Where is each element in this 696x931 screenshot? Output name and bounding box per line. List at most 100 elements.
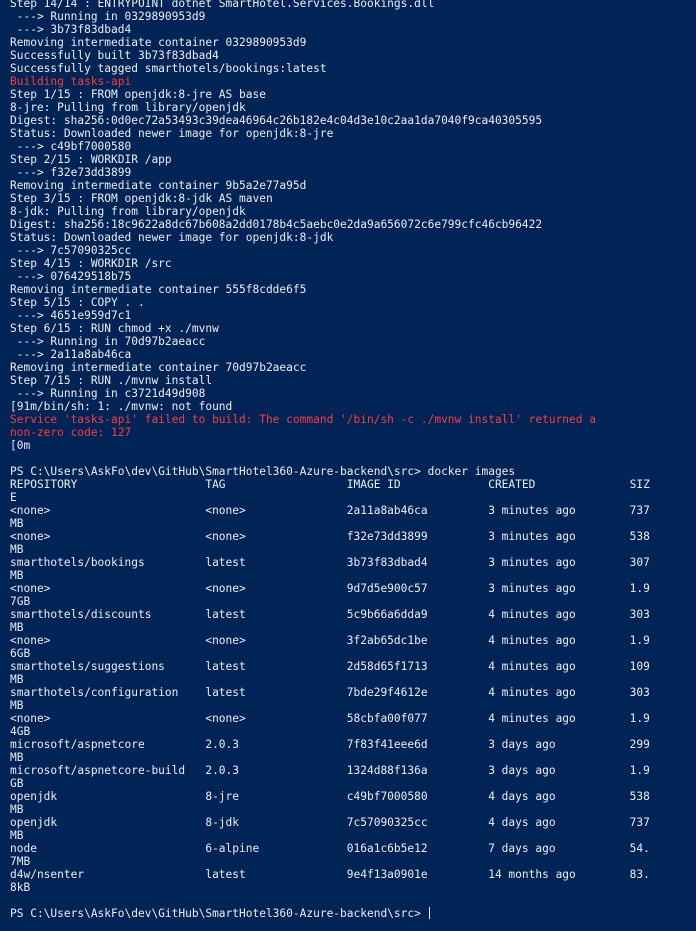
terminal-line: [91m/bin/sh: 1: ./mvnw: not found: [10, 400, 690, 413]
terminal-line-text: PS C:\Users\AskFo\dev\GitHub\SmartHotel3…: [10, 907, 428, 920]
terminal-line-text: ---> 7c57090325cc: [10, 244, 132, 257]
terminal-line: microsoft/aspnetcore-build 2.0.3 1324d88…: [10, 764, 690, 777]
terminal-line-text: ---> 076429518b75: [10, 270, 132, 283]
terminal-line: Removing intermediate container 03298909…: [10, 36, 690, 49]
terminal-line-text: Removing intermediate container 03298909…: [10, 36, 307, 49]
terminal-line-text: Status: Downloaded newer image for openj…: [10, 127, 334, 140]
terminal-line: Step 2/15 : WORKDIR /app: [10, 153, 690, 166]
terminal-line-text: node 6-alpine 016a1c6b5e12 7 days ago 54…: [10, 842, 650, 855]
terminal-line: ---> 3b73f83dbad4: [10, 23, 690, 36]
terminal-line: MB: [10, 829, 690, 842]
terminal-line: ---> Running in 0329890953d9: [10, 10, 690, 23]
terminal-line: Step 1/15 : FROM openjdk:8-jre AS base: [10, 88, 690, 101]
terminal-line: Status: Downloaded newer image for openj…: [10, 231, 690, 244]
terminal-line-text: microsoft/aspnetcore-build 2.0.3 1324d88…: [10, 764, 650, 777]
terminal-line-text: <none> <none> 58cbfa00f077 4 minutes ago…: [10, 712, 650, 725]
command-prompt-line[interactable]: PS C:\Users\AskFo\dev\GitHub\SmartHotel3…: [10, 907, 690, 920]
terminal-line-text: smarthotels/bookings latest 3b73f83dbad4…: [10, 556, 650, 569]
terminal-line-text: Digest: sha256:0d0ec72a53493c39dea46964c…: [10, 114, 543, 127]
terminal-line-text: MB: [10, 621, 24, 634]
terminal-line: MB: [10, 751, 690, 764]
terminal-line: Digest: sha256:18c9622a8dc67b608a2dd0178…: [10, 218, 690, 231]
terminal-line: d4w/nsenter latest 9e4f13a0901e 14 month…: [10, 868, 690, 881]
terminal-line: MB: [10, 673, 690, 686]
terminal-line-text: ---> Running in 0329890953d9: [10, 10, 206, 23]
terminal-line-text: Step 4/15 : WORKDIR /src: [10, 257, 172, 270]
terminal-line: Removing intermediate container 555f8cdd…: [10, 283, 690, 296]
terminal-line-text: smarthotels/configuration latest 7bde29f…: [10, 686, 650, 699]
terminal-line-text: Step 14/14 : ENTRYPOINT dotnet SmartHote…: [10, 0, 435, 10]
terminal-line: 8kB: [10, 881, 690, 894]
terminal-line: 8-jre: Pulling from library/openjdk: [10, 101, 690, 114]
terminal-line-text: Successfully built 3b73f83dbad4: [10, 49, 219, 62]
terminal-line: smarthotels/configuration latest 7bde29f…: [10, 686, 690, 699]
terminal-line: smarthotels/discounts latest 5c9b66a6dda…: [10, 608, 690, 621]
terminal-line-text: Service 'tasks-api' failed to build: The…: [10, 413, 596, 426]
terminal-line: <none> <none> f32e73dd3899 3 minutes ago…: [10, 530, 690, 543]
terminal-line-text: non-zero code: 127: [10, 426, 132, 439]
terminal-line-text: [0m: [10, 439, 31, 452]
terminal-line-text: MB: [10, 699, 24, 712]
terminal-line: <none> <none> 2a11a8ab46ca 3 minutes ago…: [10, 504, 690, 517]
terminal-line-text: openjdk 8-jre c49bf7000580 4 days ago 53…: [10, 790, 650, 803]
terminal-line-text: <none> <none> 3f2ab65dc1be 4 minutes ago…: [10, 634, 650, 647]
terminal-line-text: Step 5/15 : COPY . .: [10, 296, 145, 309]
terminal-line: node 6-alpine 016a1c6b5e12 7 days ago 54…: [10, 842, 690, 855]
terminal-line: 7GB: [10, 595, 690, 608]
error-line: Building tasks-api: [10, 75, 690, 88]
terminal-line: ---> f32e73dd3899: [10, 166, 690, 179]
terminal-line: MB: [10, 803, 690, 816]
terminal-line-text: Building tasks-api: [10, 75, 132, 88]
terminal-line: Status: Downloaded newer image for openj…: [10, 127, 690, 140]
terminal-line-text: microsoft/aspnetcore 2.0.3 7f83f41eee6d …: [10, 738, 650, 751]
powershell-terminal[interactable]: Step 14/14 : ENTRYPOINT dotnet SmartHote…: [0, 0, 696, 931]
terminal-line: <none> <none> 58cbfa00f077 4 minutes ago…: [10, 712, 690, 725]
terminal-line: ---> Running in c3721d49d908: [10, 387, 690, 400]
text-cursor: [428, 907, 430, 919]
terminal-line: Step 7/15 : RUN ./mvnw install: [10, 374, 690, 387]
terminal-line: Step 4/15 : WORKDIR /src: [10, 257, 690, 270]
terminal-line-text: Step 3/15 : FROM openjdk:8-jdk AS maven: [10, 192, 273, 205]
terminal-line-text: ---> Running in c3721d49d908: [10, 387, 206, 400]
terminal-line: <none> <none> 3f2ab65dc1be 4 minutes ago…: [10, 634, 690, 647]
terminal-line-text: Removing intermediate container 70d97b2a…: [10, 361, 307, 374]
terminal-line: Step 5/15 : COPY . .: [10, 296, 690, 309]
terminal-line: GB: [10, 777, 690, 790]
terminal-line-text: MB: [10, 543, 24, 556]
terminal-line-text: Digest: sha256:18c9622a8dc67b608a2dd0178…: [10, 218, 543, 231]
terminal-line: [0m: [10, 439, 690, 452]
terminal-line: ---> 7c57090325cc: [10, 244, 690, 257]
terminal-line-text: PS C:\Users\AskFo\dev\GitHub\SmartHotel3…: [10, 465, 516, 478]
terminal-line: MB: [10, 543, 690, 556]
terminal-line-text: E: [10, 491, 17, 504]
terminal-line-text: Step 1/15 : FROM openjdk:8-jre AS base: [10, 88, 266, 101]
terminal-line: ---> 2a11a8ab46ca: [10, 348, 690, 361]
terminal-line-text: [91m/bin/sh: 1: ./mvnw: not found: [10, 400, 233, 413]
error-line: non-zero code: 127: [10, 426, 690, 439]
terminal-line: Removing intermediate container 70d97b2a…: [10, 361, 690, 374]
terminal-line-text: smarthotels/suggestions latest 2d58d65f1…: [10, 660, 650, 673]
terminal-line-text: 7GB: [10, 595, 31, 608]
terminal-line-text: <none> <none> f32e73dd3899 3 minutes ago…: [10, 530, 650, 543]
terminal-line-text: 4GB: [10, 725, 31, 738]
terminal-line-text: MB: [10, 517, 24, 530]
terminal-line-text: Successfully tagged smarthotels/bookings…: [10, 62, 327, 75]
terminal-line: MB: [10, 517, 690, 530]
terminal-line: 4GB: [10, 725, 690, 738]
terminal-line-text: Step 7/15 : RUN ./mvnw install: [10, 374, 213, 387]
terminal-line-text: ---> 3b73f83dbad4: [10, 23, 132, 36]
terminal-line: ---> c49bf7000580: [10, 140, 690, 153]
terminal-line-text: 8kB: [10, 881, 31, 894]
terminal-line-text: 7MB: [10, 855, 31, 868]
terminal-line-text: 8-jdk: Pulling from library/openjdk: [10, 205, 246, 218]
terminal-line-text: MB: [10, 829, 24, 842]
terminal-line-text: ---> c49bf7000580: [10, 140, 132, 153]
terminal-line: Removing intermediate container 9b5a2e77…: [10, 179, 690, 192]
terminal-line-text: REPOSITORY TAG IMAGE ID CREATED SIZ: [10, 478, 650, 491]
terminal-line: 7MB: [10, 855, 690, 868]
terminal-line-text: Step 2/15 : WORKDIR /app: [10, 153, 172, 166]
terminal-line-text: 6GB: [10, 647, 31, 660]
terminal-line-text: MB: [10, 803, 24, 816]
